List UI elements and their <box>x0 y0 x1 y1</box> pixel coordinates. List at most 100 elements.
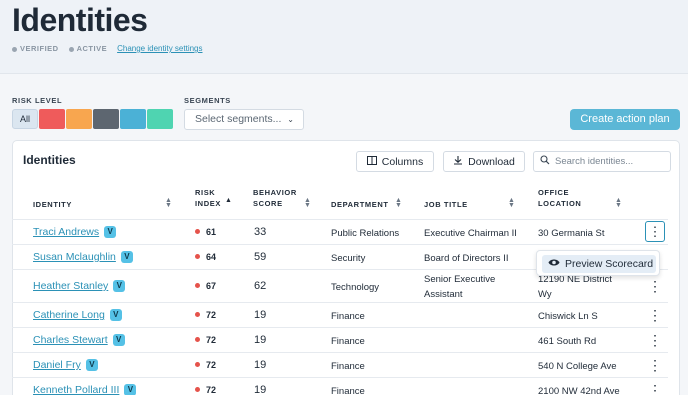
department: Finance <box>331 361 365 372</box>
verified-badge: V <box>113 280 126 292</box>
department: Finance <box>331 311 365 322</box>
behavior-score: 19 <box>254 384 267 395</box>
office-location: 2100 NW 42nd Ave <box>538 386 620 395</box>
risk-minimal-swatch[interactable] <box>147 109 173 129</box>
segments-select[interactable]: Select segments... ⌄ <box>184 109 304 130</box>
risk-index: 61 <box>195 227 216 238</box>
identity-link[interactable]: Catherine Long <box>33 309 105 321</box>
table-row-identity: Daniel Fry V <box>33 359 98 371</box>
search-placeholder: Search identities... <box>555 156 634 167</box>
identity-link[interactable]: Charles Stewart <box>33 334 108 346</box>
table-row-identity: Traci Andrews V <box>33 226 117 238</box>
sort-icon[interactable]: ▲ ▼ <box>395 197 402 209</box>
verified-badge: V <box>109 309 122 321</box>
behavior-score: 19 <box>254 359 267 371</box>
identity-link[interactable]: Susan Mclaughlin <box>33 251 116 263</box>
download-label: Download <box>468 155 515 168</box>
row-menu-button[interactable]: ⋮ <box>645 221 665 242</box>
sort-icon[interactable]: ▲ ▼ <box>304 197 311 209</box>
job-title: Executive Chairman II <box>424 228 517 239</box>
risk-index: 72 <box>195 360 216 371</box>
sort-ascending-icon[interactable]: ▲ <box>225 197 232 204</box>
department: Technology <box>331 282 380 293</box>
preview-scorecard-item[interactable]: Preview Scorecard <box>542 255 656 273</box>
row-menu-button[interactable]: ⋮ <box>645 308 665 322</box>
search-input[interactable]: Search identities... <box>533 151 671 172</box>
columns-icon <box>366 155 377 168</box>
download-icon <box>453 155 463 168</box>
office-location: 30 Germania St <box>538 228 605 239</box>
department: Finance <box>331 336 365 347</box>
office-location: Chiswick Ln S <box>538 311 598 322</box>
table-row-identity: Susan Mclaughlin V <box>33 251 133 263</box>
risk-index: 64 <box>195 252 216 263</box>
change-settings-link[interactable]: Change identity settings <box>117 44 202 53</box>
table-row-identity: Charles Stewart V <box>33 334 125 346</box>
job-title-line2: Assistant <box>424 289 463 300</box>
chevron-down-icon: ⌄ <box>287 115 294 124</box>
row-menu-button[interactable]: ⋮ <box>645 279 665 293</box>
search-icon <box>540 155 550 168</box>
verified-badge: V <box>85 359 98 371</box>
identity-link[interactable]: Traci Andrews <box>33 226 99 238</box>
segments-label: SEGMENTS <box>184 96 231 105</box>
department: Finance <box>331 386 365 395</box>
header-identity[interactable]: IDENTITY <box>33 199 72 210</box>
identity-link[interactable]: Heather Stanley <box>33 280 108 292</box>
sort-icon[interactable]: ▲ ▼ <box>165 197 172 209</box>
row-divider <box>12 302 668 303</box>
identity-link[interactable]: Kenneth Pollard III <box>33 384 119 395</box>
job-title: Senior Executive <box>424 274 496 285</box>
behavior-score: 33 <box>254 226 267 238</box>
page-header: Identities VERIFIED ACTIVE Change identi… <box>0 0 688 74</box>
status-row: VERIFIED ACTIVE Change identity settings <box>12 44 203 53</box>
identity-link[interactable]: Daniel Fry <box>33 359 81 371</box>
page-title: Identities <box>12 2 148 38</box>
row-divider <box>12 352 668 353</box>
header-department[interactable]: DEPARTMENT <box>331 199 389 210</box>
row-menu-button[interactable]: ⋮ <box>645 333 665 347</box>
header-risk-index[interactable]: RISK INDEX <box>195 187 221 209</box>
behavior-score: 19 <box>254 309 267 321</box>
office-location: 540 N College Ave <box>538 361 617 372</box>
risk-all-button[interactable]: All <box>12 109 38 129</box>
risk-critical-swatch[interactable] <box>39 109 65 129</box>
behavior-score: 62 <box>254 280 267 292</box>
department: Security <box>331 253 366 264</box>
risk-level-filter: All <box>12 109 173 129</box>
risk-low-swatch[interactable] <box>120 109 146 129</box>
status-active: ACTIVE <box>68 44 108 53</box>
table-row-identity: Catherine Long V <box>33 309 122 321</box>
verified-badge: V <box>120 251 133 263</box>
row-menu-button[interactable]: ⋮ <box>645 383 665 395</box>
status-verified: VERIFIED <box>12 44 59 53</box>
job-title: Board of Directors II <box>424 253 509 264</box>
office-location: 461 South Rd <box>538 336 597 347</box>
columns-label: Columns <box>381 155 424 168</box>
verified-badge: V <box>104 226 117 238</box>
columns-button[interactable]: Columns <box>356 151 434 172</box>
verified-badge: V <box>112 334 125 346</box>
header-divider <box>12 219 668 220</box>
behavior-score: 19 <box>254 334 267 346</box>
sort-icon[interactable]: ▲ ▼ <box>508 197 515 209</box>
sort-icon[interactable]: ▲ ▼ <box>615 197 622 209</box>
risk-index: 72 <box>195 335 216 346</box>
risk-high-swatch[interactable] <box>66 109 92 129</box>
table-row-identity: Heather Stanley V <box>33 280 126 292</box>
department: Public Relations <box>331 228 400 239</box>
row-menu-button[interactable]: ⋮ <box>645 358 665 372</box>
row-divider <box>12 327 668 328</box>
header-job-title[interactable]: JOB TITLE <box>424 199 468 210</box>
segments-placeholder: Select segments... <box>195 113 282 125</box>
table-row-identity: Kenneth Pollard III V <box>33 384 137 395</box>
risk-index: 67 <box>195 281 216 292</box>
risk-index: 72 <box>195 385 216 395</box>
risk-index: 72 <box>195 310 216 321</box>
header-office-location[interactable]: OFFICE LOCATION <box>538 187 581 209</box>
download-button[interactable]: Download <box>443 151 525 172</box>
risk-medium-swatch[interactable] <box>93 109 119 129</box>
header-behavior-score[interactable]: BEHAVIOR SCORE <box>253 187 297 209</box>
create-action-plan-button[interactable]: Create action plan <box>570 109 680 130</box>
verified-badge: V <box>124 384 137 395</box>
